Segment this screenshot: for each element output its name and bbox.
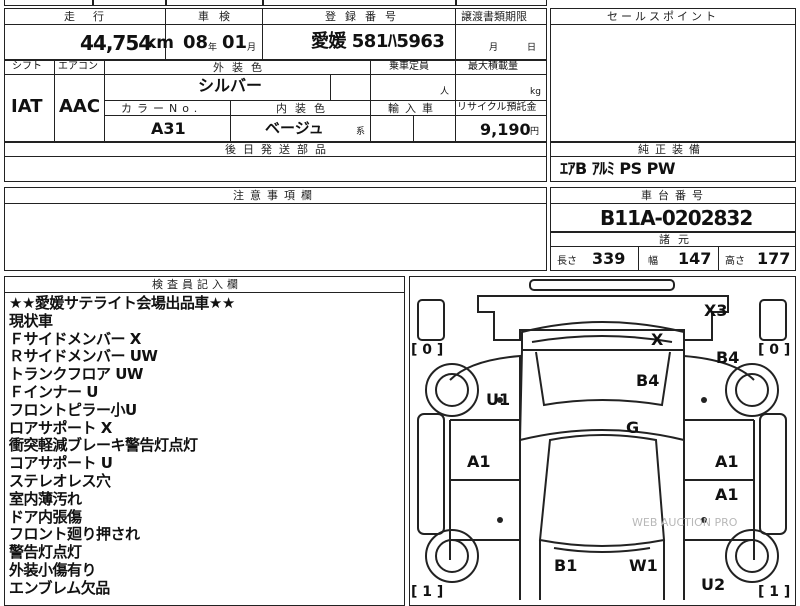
left-mirror (417, 299, 445, 341)
mark-u1: U1 (486, 390, 510, 409)
tire-rear-right (725, 529, 779, 583)
car-diagram: X3 X B4 B4 U1 G A1 A1 A1 B1 W1 U2 [ 0 ] … (411, 279, 790, 600)
watermark: WEB AUCTION PRO (632, 516, 738, 529)
right-side-strip (759, 413, 787, 535)
mark-b1: B1 (554, 556, 577, 575)
mark-b4-right: B4 (716, 348, 739, 367)
tire-count-front-right: [ 0 ] (758, 342, 790, 358)
wheel-rear-right (735, 539, 769, 573)
wheel-rear-left (435, 539, 469, 573)
mark-w1: W1 (629, 556, 658, 575)
mark-x: X (651, 330, 664, 349)
mark-a1-left: A1 (467, 452, 491, 471)
windshield-panel (518, 349, 685, 442)
roof-panel (538, 434, 666, 547)
door-handle-dot (701, 397, 707, 403)
rear-window (553, 547, 651, 553)
mark-a1-right-2: A1 (715, 485, 739, 504)
mark-b4-center: B4 (636, 371, 659, 390)
mark-a1-right: A1 (715, 452, 739, 471)
door-handle-dot (497, 517, 503, 523)
left-doors (449, 419, 520, 560)
tire-rear-left (425, 529, 479, 583)
tire-front-left (425, 363, 479, 417)
mark-x3: X3 (704, 301, 727, 320)
tire-count-front-left: [ 0 ] (411, 342, 443, 358)
tire-count-rear-left: [ 1 ] (411, 584, 443, 600)
right-mirror (759, 299, 787, 341)
tire-count-rear-right: [ 1 ] (758, 584, 790, 600)
left-side-strip (417, 413, 445, 535)
roof-outline (477, 295, 729, 341)
mark-u2: U2 (701, 575, 725, 594)
tire-front-right (725, 363, 779, 417)
mark-g: G (626, 418, 639, 437)
front-bumper-top (529, 279, 675, 291)
right-body-side (683, 354, 755, 600)
